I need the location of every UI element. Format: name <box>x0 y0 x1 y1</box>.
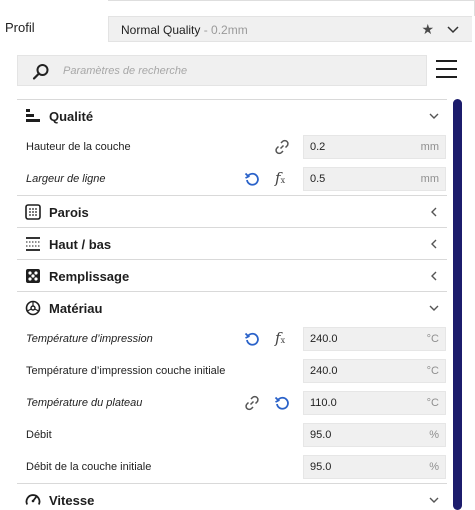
profile-select[interactable]: Normal Quality - 0.2mm ★ <box>108 16 472 42</box>
setting-label: Débit <box>26 429 52 441</box>
field-unit: mm <box>420 141 439 153</box>
reset-icon[interactable] <box>244 331 260 347</box>
field-unit: mm <box>420 173 439 185</box>
bed-temp-input[interactable]: 110.0 °C <box>303 391 446 415</box>
top-bottom-icon <box>26 237 40 251</box>
chevron-down-icon <box>429 113 439 119</box>
setting-row-initial-layer-temp: Température d’impression couche initiale… <box>17 355 447 387</box>
walls-grid-icon <box>25 204 41 220</box>
setting-row-initial-layer-flow: Débit de la couche initiale 95.0 % <box>17 451 447 483</box>
chevron-down-icon <box>429 497 439 503</box>
profile-subtitle: - 0.2mm <box>200 23 248 37</box>
search-field[interactable]: Paramètres de recherche <box>17 55 427 86</box>
print-temp-input[interactable]: 240.0 °C <box>303 327 446 351</box>
quality-bars-icon <box>26 109 40 122</box>
setting-row-layer-height: Hauteur de la couche 0.2 mm <box>17 131 447 163</box>
line-width-input[interactable]: 0.5 mm <box>303 167 446 191</box>
field-value: 95.0 <box>310 461 332 473</box>
field-value: 240.0 <box>310 365 338 377</box>
profile-label: Profil <box>5 20 35 35</box>
field-value: 95.0 <box>310 429 332 441</box>
settings-panel: Qualité Hauteur de la couche 0.2 mm Larg… <box>17 97 447 510</box>
field-unit: °C <box>426 365 439 377</box>
initial-layer-flow-input[interactable]: 95.0 % <box>303 455 446 479</box>
field-value: 0.5 <box>310 173 326 185</box>
category-label: Remplissage <box>49 269 130 284</box>
chevron-down-icon <box>429 305 439 311</box>
function-icon[interactable]: fx <box>275 169 285 187</box>
category-label: Matériau <box>49 301 103 316</box>
setting-label: Température du plateau <box>26 397 143 409</box>
search-icon <box>32 64 49 80</box>
material-icon <box>25 300 41 316</box>
profile-selected: Normal Quality - 0.2mm <box>121 23 248 37</box>
layer-height-input[interactable]: 0.2 mm <box>303 135 446 159</box>
category-label: Haut / bas <box>49 237 112 252</box>
setting-row-flow: Débit 95.0 % <box>17 419 447 451</box>
field-unit: °C <box>426 333 439 345</box>
profile-bar: Profil Normal Quality - 0.2mm ★ <box>0 0 475 48</box>
setting-row-print-temp: Température d’impression fx 240.0 °C <box>17 323 447 355</box>
scrollbar-handle[interactable] <box>453 99 462 510</box>
link-icon[interactable] <box>274 139 290 155</box>
setting-row-line-width: Largeur de ligne fx 0.5 mm <box>17 163 447 195</box>
setting-row-bed-temp: Température du plateau 110.0 °C <box>17 387 447 419</box>
category-quality[interactable]: Qualité <box>17 99 447 131</box>
chevron-left-icon <box>431 207 437 217</box>
chevron-down-icon <box>447 26 459 34</box>
reset-icon[interactable] <box>244 171 260 187</box>
field-value: 110.0 <box>310 397 337 409</box>
infill-icon <box>26 269 40 283</box>
search-placeholder: Paramètres de recherche <box>63 65 188 77</box>
setting-label: Hauteur de la couche <box>26 141 131 153</box>
category-infill[interactable]: Remplissage <box>17 259 447 291</box>
setting-label: Débit de la couche initiale <box>26 461 152 473</box>
field-unit: °C <box>426 397 439 409</box>
menu-line <box>436 68 457 70</box>
flow-input[interactable]: 95.0 % <box>303 423 446 447</box>
category-material[interactable]: Matériau <box>17 291 447 323</box>
category-label: Parois <box>49 205 89 220</box>
initial-layer-temp-input[interactable]: 240.0 °C <box>303 359 446 383</box>
field-unit: % <box>429 461 439 473</box>
settings-menu-button[interactable] <box>436 60 457 80</box>
chevron-left-icon <box>431 271 437 281</box>
field-value: 240.0 <box>310 333 338 345</box>
setting-label: Température d’impression <box>26 333 153 345</box>
field-value: 0.2 <box>310 141 326 153</box>
menu-line <box>436 60 457 62</box>
star-icon[interactable]: ★ <box>421 21 434 38</box>
link-icon[interactable] <box>244 395 260 411</box>
category-speed[interactable]: Vitesse <box>17 483 447 510</box>
setting-label: Largeur de ligne <box>26 173 106 185</box>
category-top-bottom[interactable]: Haut / bas <box>17 227 447 259</box>
menu-line <box>436 76 457 78</box>
category-label: Qualité <box>49 109 94 124</box>
category-walls[interactable]: Parois <box>17 195 447 227</box>
category-label: Vitesse <box>49 493 95 508</box>
speed-gauge-icon <box>25 494 41 505</box>
reset-icon[interactable] <box>274 395 290 411</box>
field-unit: % <box>429 429 439 441</box>
chevron-left-icon <box>431 239 437 249</box>
setting-label: Température d’impression couche initiale <box>26 365 226 377</box>
function-icon[interactable]: fx <box>275 329 285 347</box>
profile-name: Normal Quality <box>121 23 201 37</box>
